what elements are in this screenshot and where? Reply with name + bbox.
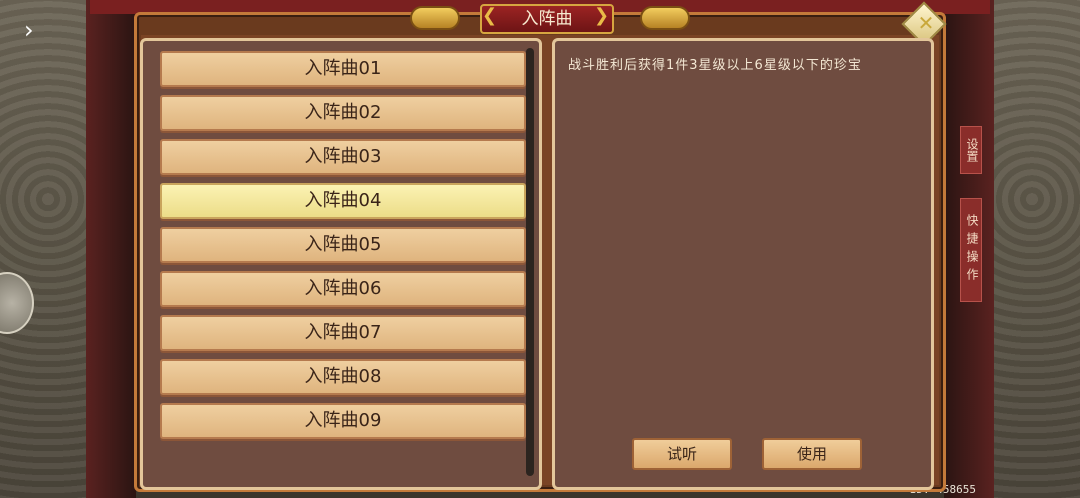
background-left-pattern [0,0,96,498]
title-ornament-left [410,6,460,30]
background-right-pattern [984,0,1080,498]
song-item[interactable]: 入阵曲09 [160,403,526,439]
song-list-panel: 入阵曲01 入阵曲02 入阵曲03 入阵曲04 入阵曲05 入阵曲06 入阵曲07 入阵曲08… [140,38,542,490]
description-panel [552,38,934,490]
list-scrollbar[interactable] [526,48,534,476]
use-button[interactable]: 使用 [762,438,862,470]
song-description: 战斗胜利后获得1件3星级以上6星级以下的珍宝 [568,58,862,73]
background-left-scene [86,0,136,498]
song-item[interactable]: 入阵曲03 [160,139,526,175]
quick-ops-tab[interactable]: 快捷操作 [960,198,982,302]
song-item[interactable]: 入阵曲06 [160,271,526,307]
song-item[interactable]: 入阵曲02 [160,95,526,131]
song-item[interactable]: 入阵曲05 [160,227,526,263]
settings-tab[interactable]: 设置 [960,126,982,174]
song-item[interactable]: 入阵曲07 [160,315,526,351]
song-item[interactable]: 入阵曲01 [160,51,526,87]
chevron-right-icon: ❯ [594,5,610,26]
side-menu-icon: › [24,16,34,44]
title-ornament-right [640,6,690,30]
song-item[interactable]: 入阵曲04 [160,183,526,219]
song-item[interactable]: 入阵曲08 [160,359,526,395]
listen-button[interactable]: 试听 [632,438,732,470]
close-icon[interactable]: ✕ [912,8,940,38]
chevron-left-icon: ❮ [482,5,498,26]
